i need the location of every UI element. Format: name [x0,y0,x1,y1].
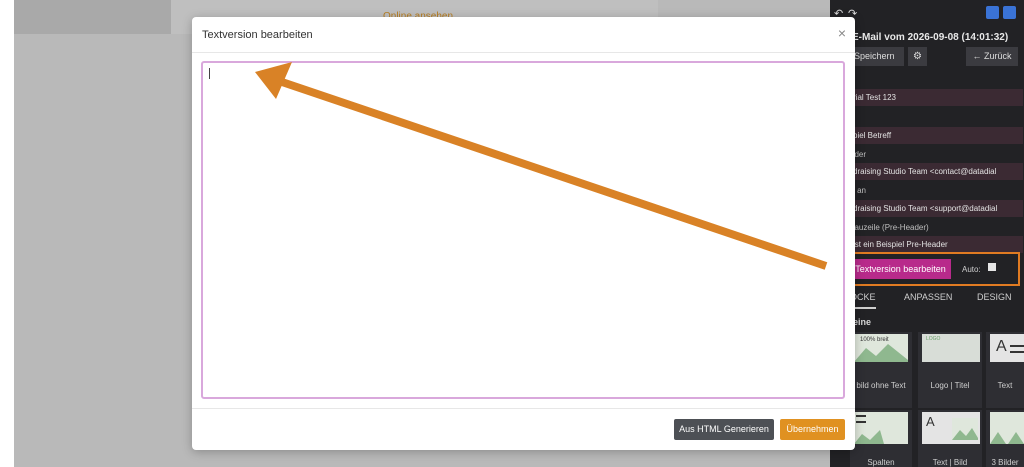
edit-textversion-dialog: Textversion bearbeiten × Aus HTML Generi… [192,17,855,450]
editor-side-panel: ↶ ↷ E-Mail vom 2026-09-08 (14:01:32) Spe… [830,0,1024,467]
dialog-header-divider [192,52,855,53]
tile-label: 3 Bilder [991,458,1019,467]
block-tile-text-image[interactable]: A Text | Bild [918,410,982,467]
textversion-textarea[interactable] [201,61,845,399]
block-tile-image[interactable]: 100% breit bild ohne Text [850,332,912,408]
block-thumbnail [990,412,1024,444]
block-tile-logo-title[interactable]: LOGO Logo | Titel [918,332,982,408]
thumb-text: LOGO [926,336,941,342]
subject-field[interactable]: piel Betreff [850,127,1023,144]
block-thumbnail: LOGO [922,334,980,362]
tile-label: Logo | Titel [930,381,970,390]
back-button[interactable]: ← Zurück [966,47,1018,66]
block-tile-text[interactable]: A Text [986,332,1024,408]
mobile-preview-icon[interactable] [986,6,999,19]
block-tile-three-images[interactable]: 3 Bilder [986,410,1024,467]
block-thumbnail [854,412,908,444]
dialog-footer-divider [192,408,855,409]
text-lines-icon [1010,345,1024,347]
highlight-annotation-box [846,252,1020,286]
three-images-icon [990,432,1024,444]
block-thumbnail: A [990,334,1024,362]
tile-label: bild ohne Text [856,381,906,390]
block-thumbnail: A [922,412,980,444]
save-button[interactable]: Speichern [850,47,904,66]
reply-to-field[interactable]: draising Studio Team <support@datadial [850,200,1023,217]
thumb-text: A [926,414,935,429]
block-thumbnail: 100% breit [854,334,908,362]
desktop-preview-icon[interactable] [1003,6,1016,19]
image-placeholder-icon [952,418,978,440]
email-title: E-Mail vom 2026-09-08 (14:01:32) [852,32,1009,43]
settings-gear-button[interactable]: ⚙ [908,47,927,66]
panel-tabs: ÖCKE ANPASSEN DESIGN [830,292,1024,309]
thumb-text: A [996,338,1007,355]
sender-field[interactable]: draising Studio Team <contact@datadial [850,163,1023,180]
columns-thumb-icon [854,415,884,444]
apply-button[interactable]: Übernehmen [780,419,845,440]
tile-label: Text | Bild [932,458,968,467]
tile-label: Text [997,381,1013,390]
preheader-field[interactable]: ist ein Beispiel Pre-Header [850,236,1023,253]
generate-from-html-button[interactable]: Aus HTML Generieren [674,419,774,440]
block-tile-columns[interactable]: Spalten [850,410,912,467]
tab-customize[interactable]: ANPASSEN [904,292,952,302]
tile-label: Spalten [867,458,895,467]
close-icon[interactable]: × [838,25,846,41]
tab-design[interactable]: DESIGN [977,292,1012,302]
dialog-title: Textversion bearbeiten [202,29,313,41]
text-cursor [209,68,210,79]
internal-name-field[interactable]: rial Test 123 [850,89,1023,106]
preview-header-left [14,0,171,34]
preheader-label: hauzeile (Pre-Header) [850,223,929,232]
thumb-text: 100% breit [860,337,889,343]
